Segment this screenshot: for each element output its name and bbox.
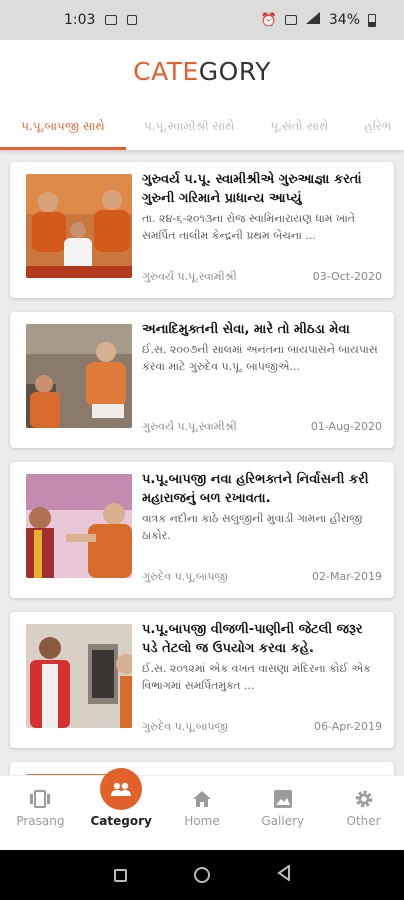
title-accent: CATE xyxy=(133,56,199,86)
article-tag: ગુરુવર્ય પ.પૂ.સ્વામીશ્રી xyxy=(142,270,237,283)
data-icon xyxy=(284,15,297,25)
bottom-navigation: Prasang Category Home Gallery Other xyxy=(0,768,404,850)
alarm-icon: ⏰ xyxy=(260,12,277,28)
article-title: પ.પૂ.બાપજી નવા હરિભક્તને નિર્વાસની કરી મ… xyxy=(142,472,369,506)
tab-haribhakto[interactable]: હરિભ xyxy=(346,102,404,150)
article-date: 01-Aug-2020 xyxy=(310,420,382,433)
people-icon xyxy=(100,768,143,810)
tab-santo[interactable]: પૂ.સંતો સાથે xyxy=(252,102,346,150)
article-card[interactable]: પ.પૂ.બાપજી વીજળી-પાણીની જેટલી જરૂર પડે ત… xyxy=(10,612,394,748)
article-tag: ગુરુદેવ પ.પૂ.બાપજી xyxy=(142,720,228,733)
article-title: પ.પૂ.બાપજી વીજળી-પાણીની જેટલી જરૂર પડે ત… xyxy=(142,622,363,656)
article-date: 06-Apr-2019 xyxy=(313,720,382,733)
system-navigation-bar xyxy=(0,850,404,900)
article-title: ગુરુવર્ય પ.પૂ. સ્વામીશ્રીએ ગુરુઆજ્ઞા કરત… xyxy=(142,172,362,206)
article-date: 02-Mar-2019 xyxy=(312,570,382,583)
article-excerpt: તા. ૨૪-૬-૨૦૧૩ના રોજ સ્વામિનારાયણ ધામ ખાત… xyxy=(142,212,356,242)
nav-other[interactable]: Other xyxy=(329,788,399,828)
battery-icon xyxy=(368,13,376,27)
home-circle-icon[interactable] xyxy=(193,867,210,883)
gear-icon xyxy=(353,788,375,810)
status-time: 1:03 xyxy=(64,12,96,28)
page-title: CATE GORY xyxy=(0,40,404,102)
title-rest: GORY xyxy=(198,56,271,86)
tab-bapji[interactable]: પ.પૂ.બાપજી સાથે xyxy=(0,102,126,150)
nav-category[interactable]: Category xyxy=(86,768,156,828)
nav-category-label: Category xyxy=(90,814,152,828)
article-thumbnail xyxy=(26,474,132,578)
tab-swamishri[interactable]: પ.પૂ.સ્વામીશ્રી સાથે xyxy=(126,102,252,150)
article-card[interactable]: ગુરુવર્ય પ.પૂ. સ્વામીશ્રીએ ગુરુઆજ્ઞા કરત… xyxy=(10,162,394,298)
recents-icon[interactable] xyxy=(113,868,127,882)
battery-text: 34% xyxy=(328,12,360,28)
image-icon xyxy=(127,15,138,25)
article-title: અનાદિમુક્તની સેવા, મારે તો મીઠડા મેવા xyxy=(142,322,350,337)
article-card[interactable]: અનાદિમુક્તની સેવા, મારે તો મીઠડા મેવા ઈ.… xyxy=(10,312,394,448)
nav-home[interactable]: Home xyxy=(167,788,237,828)
article-date: 03-Oct-2020 xyxy=(312,270,382,283)
article-card[interactable]: પ.પૂ.બાપજી નવા હરિભક્તને નિર્વાસની કરી મ… xyxy=(10,462,394,598)
article-thumbnail xyxy=(26,624,132,728)
prasang-icon xyxy=(29,788,51,810)
article-tag: ગુરુવર્ય પ.પૂ.સ્વામીશ્રી xyxy=(142,420,237,433)
article-thumbnail xyxy=(26,324,132,428)
nav-prasang[interactable]: Prasang xyxy=(5,788,75,828)
gallery-icon xyxy=(272,788,294,810)
back-icon[interactable] xyxy=(276,864,291,885)
nav-gallery[interactable]: Gallery xyxy=(248,788,318,828)
article-list: ગુરુવર્ય પ.પૂ. સ્વામીશ્રીએ ગુરુઆજ્ઞા કરત… xyxy=(0,150,404,775)
article-excerpt: ઈ.સ. ૨૦૦૭ની સાલમાં અનંતના બાયપાસને બાયપા… xyxy=(142,343,378,373)
nav-other-label: Other xyxy=(346,814,381,828)
screen-icon xyxy=(105,15,118,25)
home-icon xyxy=(191,788,213,810)
article-excerpt: વાત્રક નદીના કાંઠે સલુજીની મુવાડી ગામના … xyxy=(142,512,363,542)
category-tabs: પ.પૂ.બાપજી સાથે પ.પૂ.સ્વામીશ્રી સાથે પૂ.… xyxy=(0,102,404,150)
article-thumbnail xyxy=(26,174,132,278)
nav-prasang-label: Prasang xyxy=(16,814,65,828)
signal-icon xyxy=(305,11,321,29)
article-excerpt: ઈ.સ. ૨૦૧૨માં એક વખત વાસણા મંદિરના કોઈ એક… xyxy=(142,662,371,692)
nav-gallery-label: Gallery xyxy=(261,814,305,828)
nav-home-label: Home xyxy=(184,814,220,828)
status-bar: 1:03 ⏰ 34% xyxy=(0,0,404,40)
article-card-partial[interactable] xyxy=(10,762,394,775)
article-tag: ગુરુદેવ પ.પૂ.બાપજી xyxy=(142,570,228,583)
